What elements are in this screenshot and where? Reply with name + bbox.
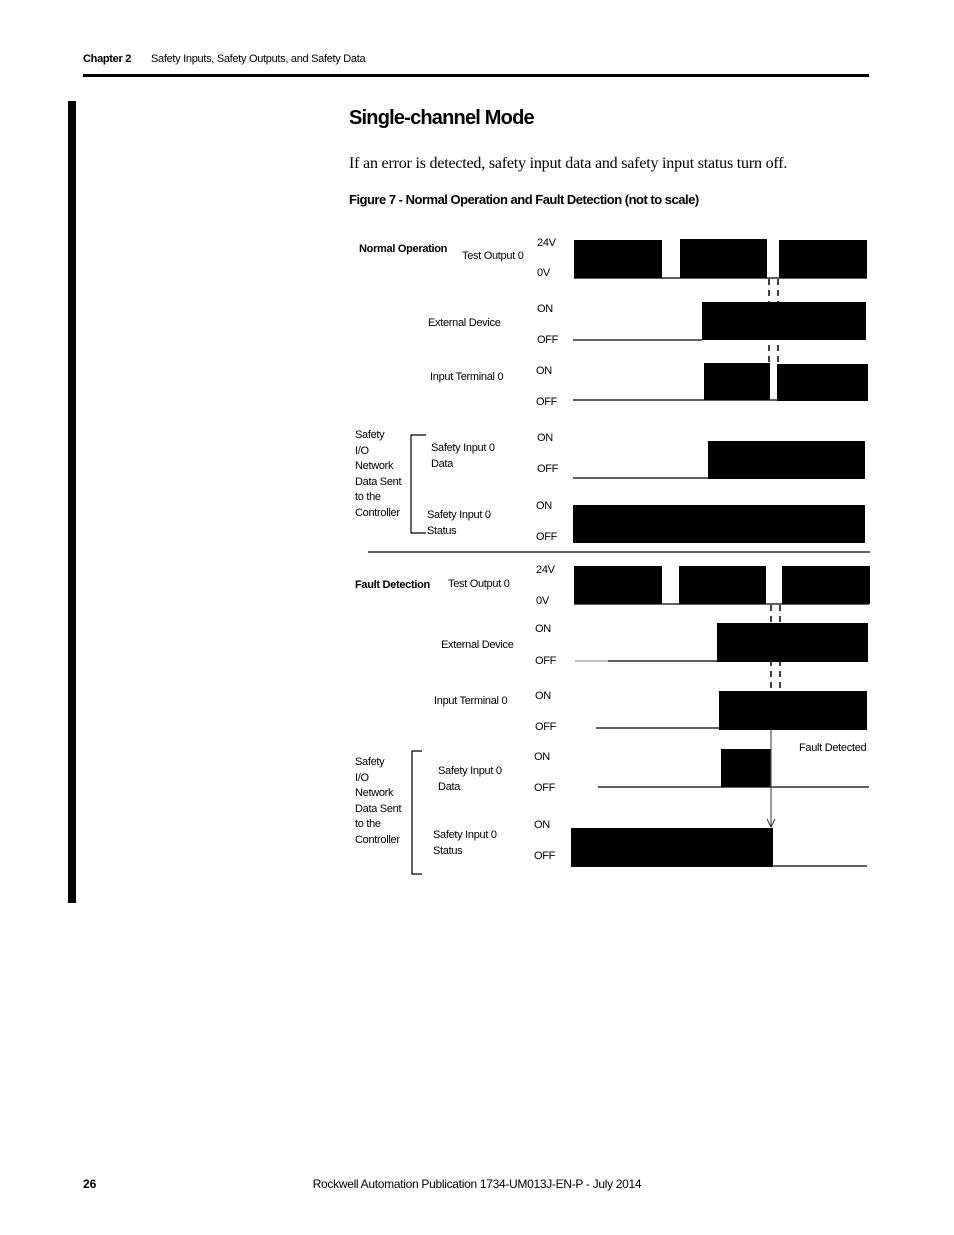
group-label-line: to the xyxy=(355,491,381,503)
label-line: Data xyxy=(431,457,454,470)
level-low: OFF xyxy=(535,655,557,667)
signal-label-test-output: Test Output 0 xyxy=(448,578,510,590)
pulse-high xyxy=(679,566,766,604)
group-label-line: I/O xyxy=(355,444,369,457)
signal-label-external-device: External Device xyxy=(428,317,501,329)
group-label-fault: Safety I/O Network Data Sent to the Cont… xyxy=(355,755,402,848)
group-label-line: Data Sent xyxy=(355,802,402,815)
waveform-fault-input-terminal xyxy=(596,691,867,730)
fault-detection-heading: Fault Detection xyxy=(355,579,430,591)
level-low: OFF xyxy=(537,463,559,475)
level-low: OFF xyxy=(536,531,558,543)
group-label-line: Network xyxy=(355,787,394,799)
label-line: Data xyxy=(438,780,461,793)
signal-label-test-output: Test Output 0 xyxy=(462,250,524,262)
state-on xyxy=(702,302,866,340)
state-on xyxy=(704,363,770,400)
waveform-fault-safety-input-status xyxy=(571,828,867,867)
signal-label-safety-input-data: Safety Input 0 Data xyxy=(438,764,502,795)
level-high: 24V xyxy=(537,237,556,249)
label-line: Status xyxy=(433,844,463,857)
timing-diagram xyxy=(368,239,870,875)
waveform-normal-test-output xyxy=(574,239,867,279)
level-low: OFF xyxy=(534,782,556,794)
state-on xyxy=(721,749,771,787)
group-label-line: I/O xyxy=(355,771,369,784)
level-low: 0V xyxy=(536,595,549,607)
waveform-fault-external-device xyxy=(575,623,868,662)
pulse-high xyxy=(574,240,662,278)
state-on xyxy=(573,505,865,543)
level-high: ON xyxy=(535,623,551,635)
group-label-line: Safety xyxy=(355,756,385,768)
level-low: OFF xyxy=(535,721,557,733)
signal-label-safety-input-status: Safety Input 0 Status xyxy=(433,828,497,859)
level-high: ON xyxy=(535,690,551,702)
pulse-high xyxy=(574,566,662,604)
signal-label-safety-input-data: Safety Input 0 Data xyxy=(431,441,495,472)
level-high: ON xyxy=(536,365,552,377)
signal-label-input-terminal: Input Terminal 0 xyxy=(430,371,504,383)
state-on xyxy=(777,364,868,401)
pulse-high xyxy=(680,239,767,278)
waveform-fault-test-output xyxy=(574,566,870,605)
group-label-line: Safety xyxy=(355,429,385,441)
level-low: OFF xyxy=(537,334,559,346)
level-low: 0V xyxy=(537,267,550,279)
signal-label-input-terminal: Input Terminal 0 xyxy=(434,695,508,707)
waveform-normal-input-terminal xyxy=(573,363,868,401)
label-line: Safety Input 0 xyxy=(438,765,502,777)
level-high: ON xyxy=(537,432,553,444)
publication-footer: Rockwell Automation Publication 1734-UM0… xyxy=(0,1177,954,1191)
pulse-high xyxy=(779,240,867,278)
level-high: ON xyxy=(537,303,553,315)
label-line: Status xyxy=(427,524,457,537)
level-high: ON xyxy=(536,500,552,512)
state-on xyxy=(719,691,867,730)
signal-label-safety-input-status: Safety Input 0 Status xyxy=(427,508,491,539)
group-label-line: Controller xyxy=(355,506,400,519)
normal-operation-heading: Normal Operation xyxy=(359,243,448,255)
group-label-line: Controller xyxy=(355,833,400,846)
state-on xyxy=(708,441,865,479)
fault-detected-annotation: Fault Detected xyxy=(799,742,867,754)
pulse-high xyxy=(782,566,870,604)
waveform-normal-external-device xyxy=(573,302,866,341)
state-on xyxy=(717,623,868,662)
publication-text: Rockwell Automation Publication 1734-UM0… xyxy=(312,1177,642,1191)
waveform-normal-safety-input-status xyxy=(573,505,865,543)
level-high: ON xyxy=(534,751,550,763)
label-line: Safety Input 0 xyxy=(427,509,491,521)
group-label-normal: Safety I/O Network Data Sent to the Cont… xyxy=(355,428,402,521)
group-bracket-fault xyxy=(411,750,422,875)
state-on xyxy=(571,828,773,867)
group-label-line: Data Sent xyxy=(355,475,402,488)
label-line: Safety Input 0 xyxy=(431,442,495,454)
waveform-normal-safety-input-data xyxy=(573,441,865,479)
group-label-line: to the xyxy=(355,818,381,830)
label-line: Safety Input 0 xyxy=(433,829,497,841)
group-label-line: Network xyxy=(355,460,394,472)
level-high: 24V xyxy=(536,564,555,576)
signal-label-external-device: External Device xyxy=(441,639,514,651)
level-high: ON xyxy=(534,819,550,831)
level-low: OFF xyxy=(534,850,556,862)
level-low: OFF xyxy=(536,396,558,408)
group-bracket-normal xyxy=(410,434,426,534)
